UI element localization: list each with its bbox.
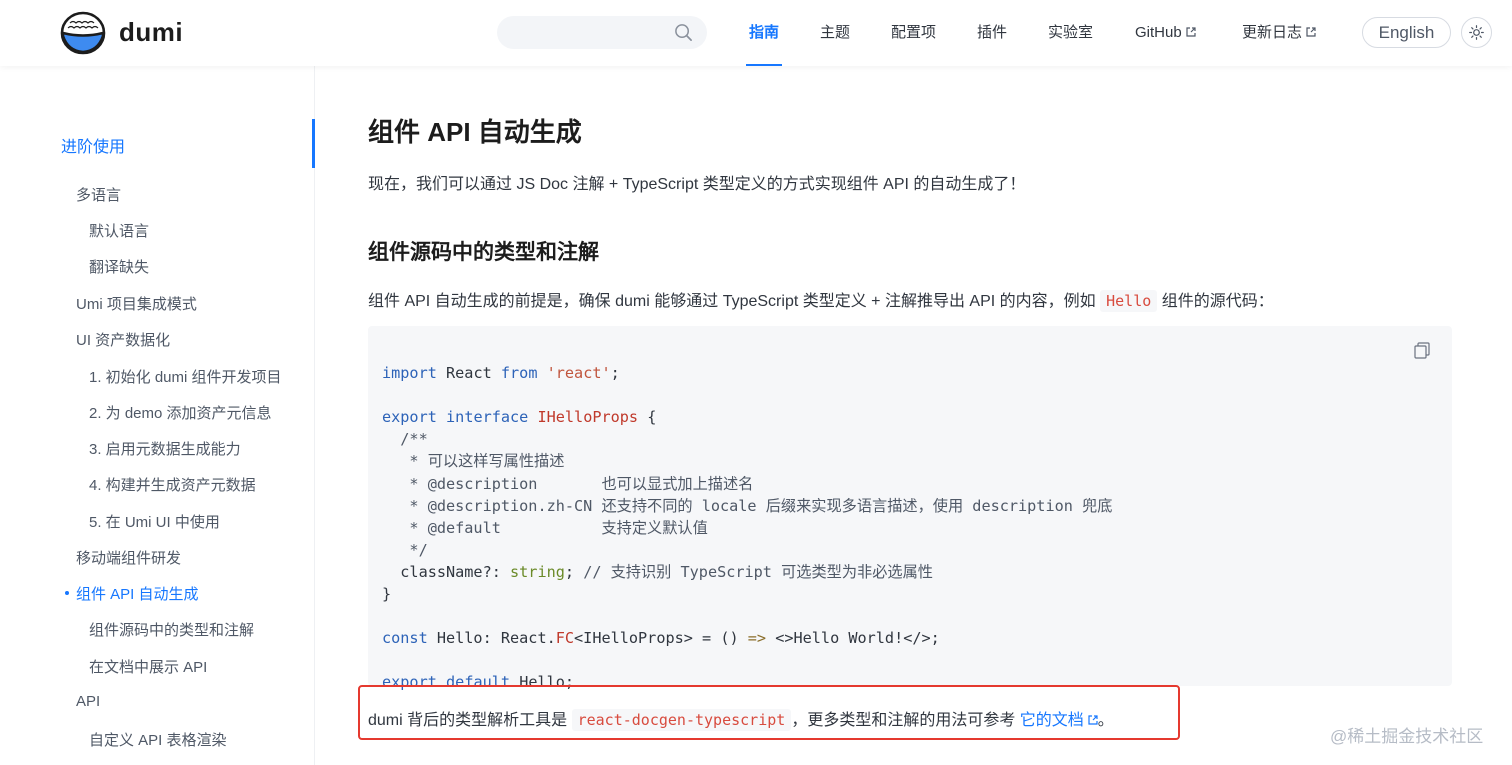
- code-line: const Hello: React.FC<IHelloProps> = () …: [382, 629, 940, 648]
- search-icon: [675, 24, 692, 41]
- code-line: className?: string; // 支持识别 TypeScript 可…: [382, 562, 933, 581]
- nav-item-guide[interactable]: 指南: [745, 0, 783, 66]
- sidebar-item-i18n[interactable]: 多语言: [76, 184, 121, 205]
- sidebar-item-step-5[interactable]: 5. 在 Umi UI 中使用: [89, 511, 220, 532]
- nav-github-label: GitHub: [1135, 24, 1182, 41]
- search-input[interactable]: [497, 16, 707, 49]
- sidebar-item-step-1[interactable]: 1. 初始化 dumi 组件开发项目: [89, 366, 282, 387]
- code-line: import React from 'react';: [382, 364, 620, 383]
- code-line: * @default 支持定义默认值: [382, 518, 708, 537]
- inline-code-docgen: react-docgen-typescript: [571, 709, 792, 731]
- section-paragraph: 组件 API 自动生成的前提是，确保 dumi 能够通过 TypeScript …: [368, 287, 1274, 312]
- watermark: @稀土掘金技术社区: [1330, 727, 1484, 746]
- footer-text-after: 。: [1097, 712, 1114, 729]
- code-line: /**: [382, 430, 428, 449]
- intro-text: 现在，我们可以通过 JS Doc 注解 + TypeScript 类型定义的方式…: [368, 176, 1026, 193]
- code-line: * @description.zh-CN 还支持不同的 locale 后缀来实现…: [382, 496, 1113, 515]
- sidebar-item-ui-assets[interactable]: UI 资产数据化: [76, 329, 170, 350]
- language-switch-button[interactable]: English: [1362, 17, 1451, 48]
- sidebar-item-umi-integration[interactable]: Umi 项目集成模式: [76, 293, 197, 314]
- nav-item-changelog[interactable]: 更新日志: [1242, 0, 1316, 66]
- sun-icon: [1469, 25, 1484, 40]
- nav-item-lab[interactable]: 实验室: [1048, 0, 1093, 66]
- sidebar-group-title[interactable]: 进阶使用: [61, 133, 125, 157]
- section-text-before: 组件 API 自动生成的前提是，确保 dumi 能够通过 TypeScript …: [368, 293, 1096, 310]
- nav-item-config[interactable]: 配置项: [891, 0, 936, 66]
- sidebar-item-types-annotations[interactable]: 组件源码中的类型和注解: [89, 619, 254, 640]
- external-link-icon: [1306, 27, 1316, 37]
- dumi-logo-icon[interactable]: [60, 11, 106, 55]
- sidebar-item-step-2[interactable]: 2. 为 demo 添加资产元信息: [89, 402, 272, 423]
- sidebar-item-api[interactable]: API: [76, 693, 100, 710]
- sidebar-item-custom-api-table[interactable]: 自定义 API 表格渲染: [89, 729, 227, 750]
- footer-paragraph: dumi 背后的类型解析工具是 react-docgen-typescript，…: [368, 706, 1114, 731]
- code-line: export interface IHelloProps {: [382, 408, 657, 427]
- sidebar-item-default-locale[interactable]: 默认语言: [89, 220, 149, 241]
- copy-icon[interactable]: [1414, 342, 1430, 359]
- sidebar-item-api-auto[interactable]: 组件 API 自动生成: [65, 583, 199, 604]
- sidebar-item-show-api[interactable]: 在文档中展示 API: [89, 656, 207, 677]
- section-title: 组件源码中的类型和注解: [368, 241, 599, 264]
- theme-toggle-button[interactable]: [1461, 17, 1492, 48]
- section-text-after: 组件的源代码：: [1161, 293, 1274, 310]
- docs-link[interactable]: 它的文档: [1020, 712, 1098, 729]
- nav-item-theme[interactable]: 主题: [820, 0, 850, 66]
- sidebar: 进阶使用 多语言 默认语言 翻译缺失 Umi 项目集成模式 UI 资产数据化 1…: [0, 66, 315, 765]
- sidebar-item-step-4[interactable]: 4. 构建并生成资产元数据: [89, 474, 256, 495]
- code-line: */: [382, 540, 428, 559]
- sidebar-active-indicator: [312, 119, 315, 168]
- nav-item-github[interactable]: GitHub: [1135, 0, 1196, 66]
- footer-text-middle: ，更多类型和注解的用法可参考: [791, 712, 1016, 729]
- inline-code-hello: Hello: [1100, 290, 1158, 312]
- footer-text-before: dumi 背后的类型解析工具是: [368, 712, 568, 729]
- external-link-icon: [1088, 715, 1098, 725]
- docs-link-label: 它的文档: [1019, 712, 1084, 729]
- external-link-icon: [1186, 27, 1196, 37]
- sidebar-item-missing-translation[interactable]: 翻译缺失: [89, 256, 149, 277]
- code-line: * 可以这样写属性描述: [382, 452, 565, 471]
- top-header: dumi 指南 主题 配置项 插件 实验室 GitHub 更新日志 Englis…: [0, 0, 1512, 66]
- sidebar-item-step-3[interactable]: 3. 启用元数据生成能力: [89, 438, 241, 459]
- sidebar-item-mobile[interactable]: 移动端组件研发: [76, 547, 181, 568]
- page-title: 组件 API 自动生成: [368, 117, 582, 147]
- code-line: }: [382, 585, 392, 604]
- nav-changelog-label: 更新日志: [1242, 24, 1303, 41]
- code-block: import React from 'react'; export interf…: [368, 326, 1452, 691]
- code-line: * @description 也可以显式加上描述名: [382, 474, 754, 493]
- nav-item-plugin[interactable]: 插件: [977, 0, 1007, 66]
- code-content: import React from 'react'; export interf…: [382, 340, 1112, 738]
- brand-name[interactable]: dumi: [119, 17, 183, 48]
